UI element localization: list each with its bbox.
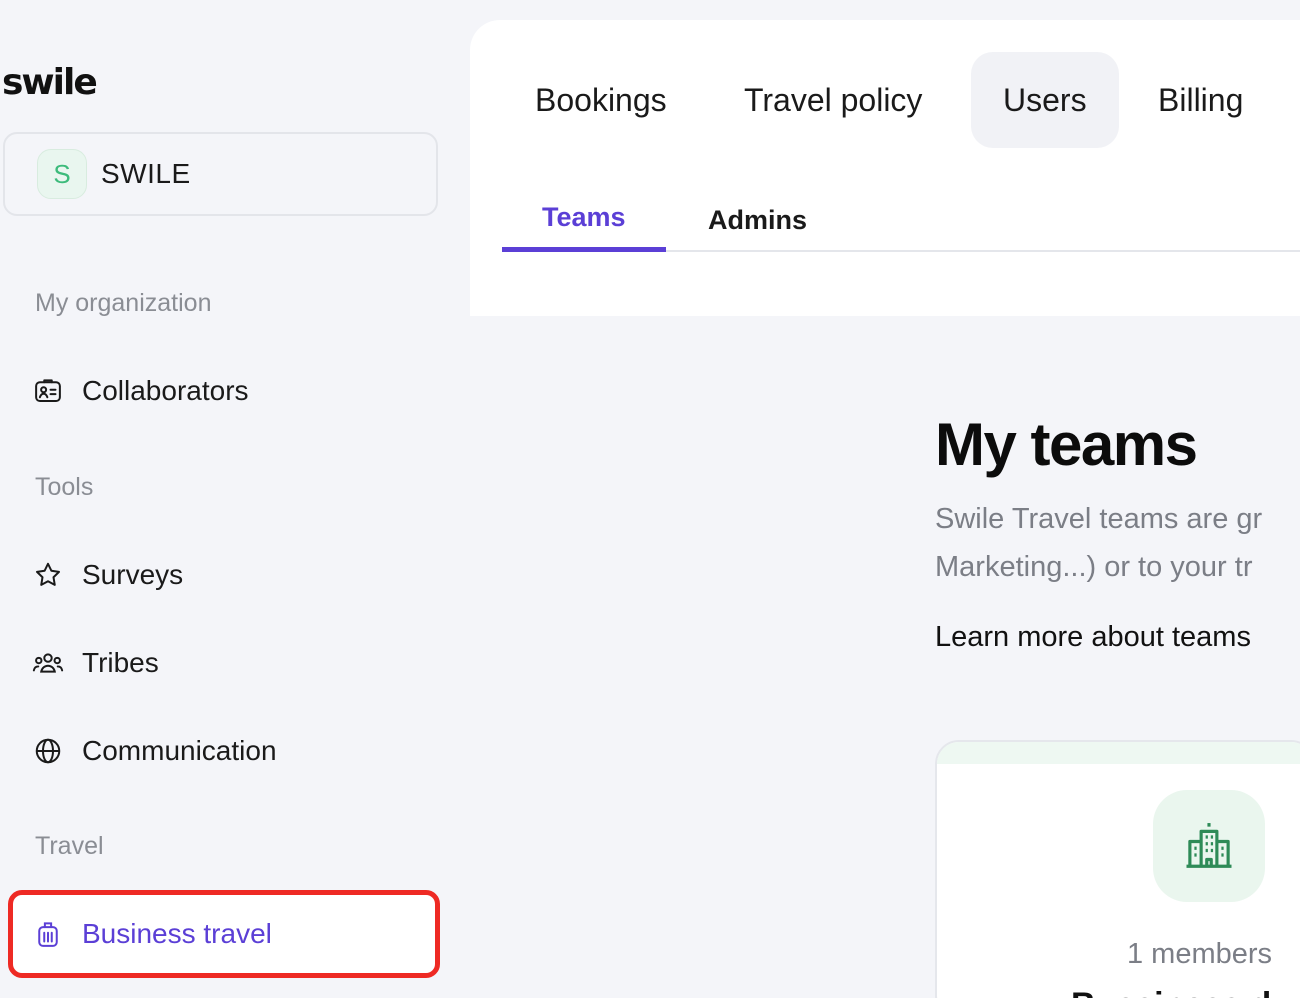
people-icon (32, 647, 64, 679)
sidebar-item-label: Communication (82, 735, 277, 766)
star-icon (32, 559, 64, 591)
sidebar-item-label: Collaborators (82, 375, 249, 406)
sidebar-item-communication[interactable]: Communication (32, 726, 277, 776)
page-title: My teams (935, 411, 1198, 478)
team-card[interactable]: 1 members Bussiness d (935, 740, 1300, 998)
section-label-tools: Tools (35, 473, 94, 501)
sidebar-item-business-travel[interactable]: Business travel (32, 909, 272, 959)
tab-billing[interactable]: Billing (1126, 52, 1275, 148)
teams-description: Swile Travel teams are gr Marketing...) … (935, 495, 1300, 591)
tab-travel-policy[interactable]: Travel policy (712, 52, 954, 148)
sidebar: swile S SWILE My organization Collaborat… (0, 0, 470, 998)
sub-tabs: Teams Admins (502, 188, 1300, 252)
description-line: Marketing...) or to your tr (935, 551, 1253, 583)
description-line: Swile Travel teams are gr (935, 503, 1263, 535)
organization-switcher[interactable]: S SWILE (3, 132, 438, 216)
subtab-admins[interactable]: Admins (668, 188, 847, 252)
luggage-icon (32, 918, 64, 950)
building-icon (1153, 790, 1265, 902)
learn-more-link[interactable]: Learn more about teams (935, 621, 1300, 654)
section-label-travel: Travel (35, 832, 104, 860)
team-members-count: 1 members (1127, 938, 1273, 970)
top-panel: Bookings Travel policy Users Billing Tea… (470, 20, 1300, 316)
section-label-my-organization: My organization (35, 289, 212, 317)
subtab-teams[interactable]: Teams (502, 188, 666, 252)
swile-logo[interactable]: swile (2, 62, 98, 103)
org-avatar: S (37, 149, 87, 199)
card-header-band (937, 742, 1300, 764)
team-name: Bussiness d (1071, 986, 1271, 998)
tab-users[interactable]: Users (971, 52, 1119, 148)
sidebar-item-tribes[interactable]: Tribes (32, 638, 159, 688)
org-name: SWILE (101, 158, 191, 189)
sidebar-item-collaborators[interactable]: Collaborators (32, 366, 249, 416)
sidebar-item-surveys[interactable]: Surveys (32, 550, 183, 600)
teams-intro: My teams Swile Travel teams are gr Marke… (935, 400, 1300, 654)
sidebar-item-label: Tribes (82, 647, 159, 678)
sidebar-item-label: Business travel (82, 918, 272, 949)
sidebar-item-label: Surveys (82, 559, 184, 590)
badge-icon (32, 375, 64, 407)
globe-icon (32, 735, 64, 767)
tab-bookings[interactable]: Bookings (503, 52, 699, 148)
